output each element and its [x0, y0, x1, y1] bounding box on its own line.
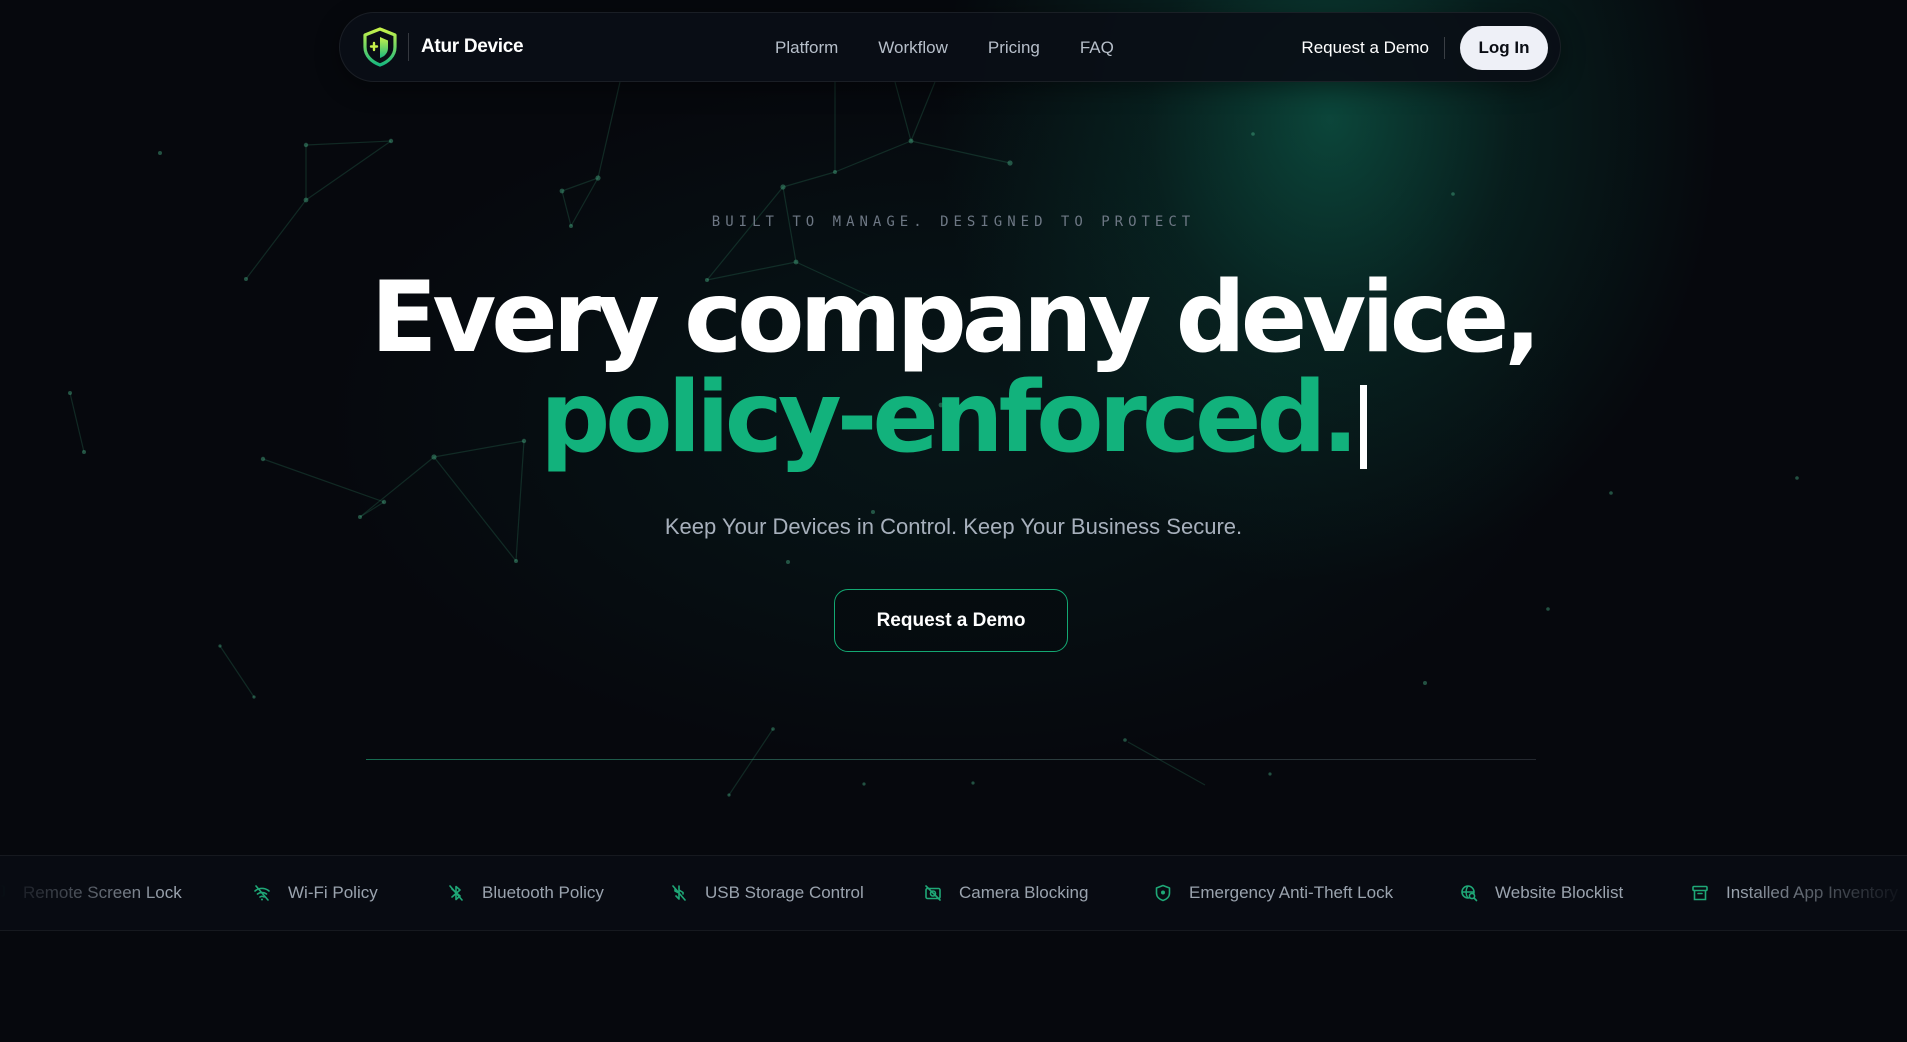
- headline-line-1: Every company device,: [370, 261, 1541, 375]
- feature-label: Emergency Anti-Theft Lock: [1189, 883, 1394, 902]
- feature-label: Wi-Fi Policy: [288, 883, 378, 902]
- bluetooth-off-icon: [449, 885, 463, 901]
- camera-off-icon: [925, 885, 941, 901]
- brand-name: Atur Device: [421, 36, 524, 57]
- feature-label: Installed App Inventory: [1726, 883, 1899, 902]
- nav-divider: [1444, 37, 1445, 59]
- feature-item-remote-screen-lock: Remote Screen Lock: [0, 856, 182, 930]
- brand[interactable]: Atur Device: [362, 27, 524, 67]
- wifi-off-icon: [254, 885, 270, 901]
- feature-label: Bluetooth Policy: [482, 883, 604, 902]
- nav-link-faq[interactable]: FAQ: [1080, 38, 1114, 58]
- landing-page: Atur Device Platform Workflow Pricing FA…: [0, 0, 1907, 1042]
- shield-logo-icon: [363, 27, 397, 67]
- feature-item-emergency-anti-theft-lock: Emergency Anti-Theft Lock: [1154, 856, 1393, 930]
- feature-item-website-blocklist: Website Blocklist: [1460, 856, 1623, 930]
- hero-subtitle: Keep Your Devices in Control. Keep Your …: [664, 514, 1243, 539]
- login-button[interactable]: Log In: [1460, 26, 1548, 70]
- headline-line-2: policy-enforced.: [0, 368, 1907, 469]
- feature-label: Camera Blocking: [959, 883, 1089, 902]
- feature-label: USB Storage Control: [705, 883, 864, 902]
- archive-icon: [1692, 885, 1708, 901]
- brand-divider: [408, 33, 409, 61]
- headline-line-2-text: policy-enforced.: [540, 361, 1359, 475]
- typing-caret: [1359, 385, 1367, 469]
- feature-marquee: Remote Screen Lock Wi-Fi Policy Bluetoot…: [0, 855, 1907, 931]
- usb-off-icon: [672, 885, 686, 901]
- feature-label: Remote Screen Lock: [23, 883, 182, 902]
- hero-headline: Every company device, policy-enforced.: [0, 268, 1907, 469]
- top-navigation: Atur Device Platform Workflow Pricing FA…: [339, 12, 1561, 82]
- feature-item-camera-blocking: Camera Blocking: [924, 856, 1088, 930]
- shield-lock-icon: [1155, 884, 1171, 902]
- hero-request-demo-button[interactable]: Request a Demo: [834, 589, 1068, 652]
- nav-links: Platform Workflow Pricing FAQ: [775, 13, 1114, 83]
- nav-link-platform[interactable]: Platform: [775, 38, 838, 58]
- feature-item-installed-app-inventory: Installed App Inventory: [1691, 856, 1898, 930]
- feature-item-wifi-policy: Wi-Fi Policy: [253, 856, 378, 930]
- feature-label: Website Blocklist: [1495, 883, 1624, 902]
- nav-link-pricing[interactable]: Pricing: [988, 38, 1040, 58]
- globe-search-icon: [1461, 885, 1478, 902]
- nav-link-workflow[interactable]: Workflow: [878, 38, 948, 58]
- hero-divider: [366, 759, 1536, 760]
- nav-request-demo-link[interactable]: Request a Demo: [1301, 38, 1429, 58]
- hero-eyebrow: BUILT TO MANAGE. DESIGNED TO PROTECT: [711, 214, 1196, 230]
- nav-actions: Request a Demo Log In: [1301, 13, 1548, 83]
- feature-item-usb-storage-control: USB Storage Control: [670, 856, 864, 930]
- screen-lock-icon: [0, 885, 5, 901]
- feature-item-bluetooth-policy: Bluetooth Policy: [447, 856, 604, 930]
